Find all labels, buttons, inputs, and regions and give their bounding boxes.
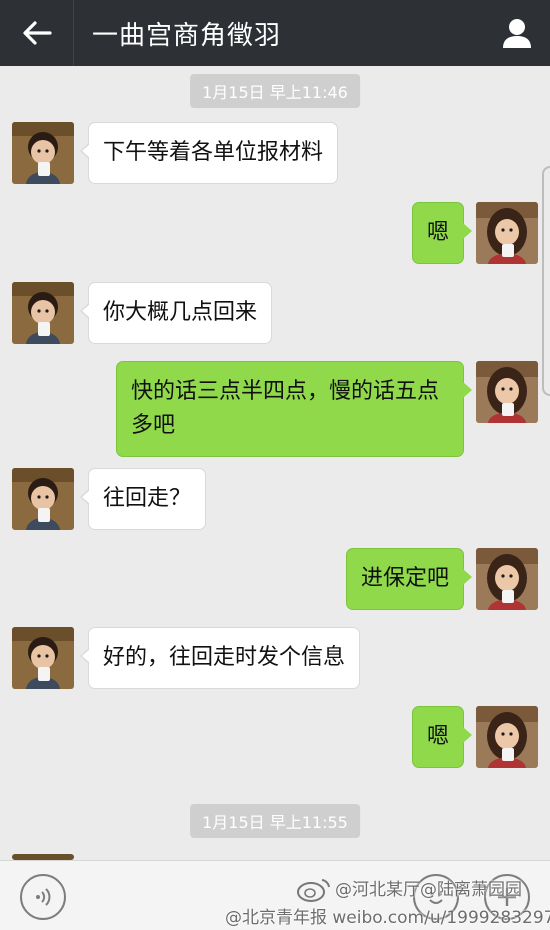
contact-avatar[interactable] [12, 122, 74, 184]
message-bubble-incoming[interactable]: 下午等着各单位报材料 [79, 122, 339, 184]
message-bubble-incoming[interactable]: 好的，往回走时发个信息 [79, 627, 361, 689]
message-bubble-incoming[interactable]: 往回走？ [79, 468, 207, 530]
boy-avatar-image [12, 122, 74, 184]
my-avatar[interactable] [476, 361, 538, 423]
weibo-logo-icon [297, 879, 330, 902]
my-avatar[interactable] [476, 706, 538, 768]
my-avatar[interactable] [476, 202, 538, 264]
scrollbar[interactable] [542, 166, 550, 396]
message-bubble-outgoing[interactable]: 快的话三点半四点，慢的话五点多吧 [116, 361, 472, 457]
back-arrow-icon [22, 21, 52, 45]
message-list[interactable]: 1月15日 早上11:46 下午等着各单位报材料 嗯 你大概几点回来 快的话三点… [0, 66, 550, 860]
voice-button[interactable] [20, 874, 66, 920]
girl-avatar-image [476, 706, 538, 768]
chat-title: 一曲宫商角徵羽 [92, 20, 282, 51]
message-bubble-incoming[interactable]: 你大概几点回来 [79, 282, 273, 344]
timestamp: 1月15日 早上11:55 [190, 804, 360, 838]
girl-avatar-image [476, 361, 538, 423]
contact-avatar[interactable] [12, 627, 74, 689]
message-bubble-outgoing[interactable]: 嗯 [411, 202, 473, 264]
person-icon [503, 19, 531, 48]
back-button[interactable] [0, 0, 74, 66]
profile-button[interactable] [484, 0, 550, 66]
girl-avatar-image [476, 202, 538, 264]
message-bubble-outgoing[interactable]: 嗯 [411, 706, 473, 768]
contact-avatar[interactable] [12, 282, 74, 344]
boy-avatar-image [12, 282, 74, 344]
girl-avatar-image [476, 548, 538, 610]
voice-icon [36, 888, 51, 906]
my-avatar[interactable] [476, 548, 538, 610]
watermark-line-1: @河北某厅@陆离萧园园 [335, 880, 522, 900]
contact-avatar[interactable] [12, 468, 74, 530]
boy-avatar-image [12, 627, 74, 689]
message-bubble-outgoing[interactable]: 进保定吧 [345, 548, 473, 610]
title-bar: 一曲宫商角徵羽 [0, 0, 550, 66]
chat-screen: 一曲宫商角徵羽 1月15日 早上11:46 下午等着各单位报材料 嗯 你大概几点… [0, 0, 550, 930]
watermark-line-2: @北京青年报 weibo.com/u/1999283297 [225, 908, 550, 928]
timestamp: 1月15日 早上11:46 [190, 74, 360, 108]
boy-avatar-image [12, 468, 74, 530]
